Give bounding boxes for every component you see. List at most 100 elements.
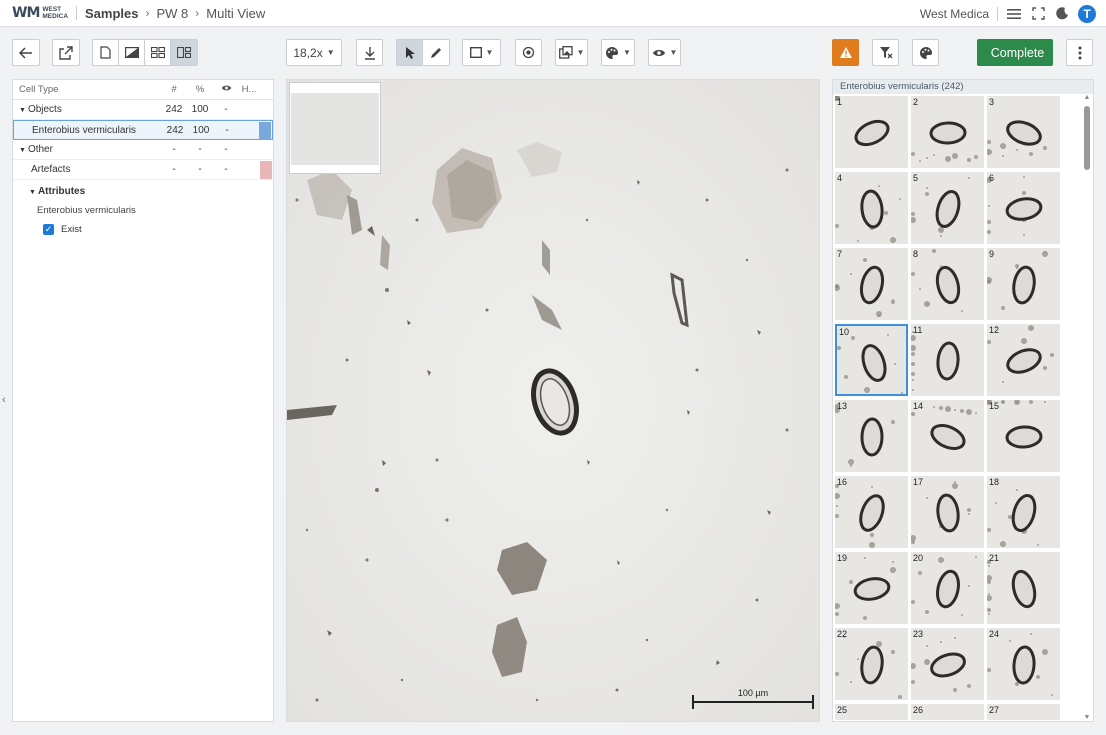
thumbnail-8[interactable]: 8 [911, 248, 984, 320]
row-eye[interactable]: - [214, 125, 240, 136]
thumbnail-2[interactable]: 2 [911, 96, 984, 168]
warning-button[interactable] [832, 39, 859, 66]
column-count[interactable]: # [161, 84, 187, 95]
thumbnail-24[interactable]: 24 [987, 628, 1060, 700]
thumbnail-1[interactable]: 1 [835, 96, 908, 168]
thumbnail-5[interactable]: 5 [911, 172, 984, 244]
caret-down-icon: ▼ [576, 48, 585, 57]
image-viewer[interactable]: 100 µm [286, 79, 820, 722]
class-color-swatch[interactable] [260, 161, 272, 179]
row-enterobius-vermicularis[interactable]: Enterobius vermicularis 242 100 - [13, 120, 273, 140]
row-eye[interactable]: - [213, 104, 239, 115]
egg-thumbnail-image [911, 249, 963, 312]
select-tool-button[interactable] [397, 40, 423, 65]
palette-dropdown[interactable]: ▼ [601, 39, 635, 66]
user-avatar[interactable]: T [1078, 4, 1096, 23]
divider [997, 6, 998, 21]
visibility-dropdown[interactable]: ▼ [648, 39, 681, 66]
column-percent[interactable]: % [187, 84, 213, 95]
thumbnail-number: 12 [989, 325, 1000, 335]
grid-icon [150, 47, 165, 58]
thumbnail-number: 25 [837, 705, 848, 715]
collapse-panel-arrow-icon[interactable]: ‹ [2, 394, 6, 406]
rectangle-tool-dropdown[interactable]: ▼ [462, 39, 501, 66]
thumbnail-17[interactable]: 17 [911, 476, 984, 548]
thumbnail-7[interactable]: 7 [835, 248, 908, 320]
view-multi-button[interactable] [171, 40, 197, 65]
thumbnail-22[interactable]: 22 [835, 628, 908, 700]
row-artefacts[interactable]: Artefacts - - - [13, 160, 273, 180]
view-image-button[interactable] [119, 40, 145, 65]
chevron-right-icon: › [195, 6, 200, 20]
multi-view-icon [177, 47, 191, 58]
caret-down-icon: ▼ [326, 48, 335, 57]
row-eye[interactable]: - [213, 164, 239, 175]
group-row-objects[interactable]: ▼ Objects 242 100 - [13, 100, 273, 120]
column-cell-type[interactable]: Cell Type [13, 84, 161, 95]
caret-down-icon: ▼ [19, 107, 26, 114]
more-options-button[interactable] [1066, 39, 1093, 66]
thumbnail-11[interactable]: 11 [911, 324, 984, 396]
chevron-right-icon: › [145, 6, 150, 20]
thumbnail-21[interactable]: 21 [987, 552, 1060, 624]
row-percent: 100 [192, 124, 210, 136]
thumbnail-3[interactable]: 3 [987, 96, 1060, 168]
zoom-select[interactable]: 18,2x ▼ [286, 39, 342, 66]
thumbnail-19[interactable]: 19 [835, 552, 908, 624]
column-hidden[interactable]: H... [239, 84, 259, 95]
attributes-section[interactable]: ▼ Attributes [29, 186, 273, 197]
layers-dropdown[interactable]: ▼ [555, 39, 588, 66]
row-eye[interactable]: - [213, 144, 239, 155]
breadcrumb-current: Multi View [206, 5, 266, 21]
menu-icon[interactable] [1006, 6, 1022, 22]
minimap-thumbnail [291, 93, 379, 165]
thumbnail-18[interactable]: 18 [987, 476, 1060, 548]
scroll-up-icon[interactable]: ▲ [1083, 94, 1091, 101]
class-color-swatch[interactable] [259, 122, 271, 140]
table-header: Cell Type # % H... [13, 80, 273, 100]
thumbnail-14[interactable]: 14 [911, 400, 984, 472]
thumbnail-6[interactable]: 6 [987, 172, 1060, 244]
thumbnail-10[interactable]: 10 [835, 324, 908, 396]
column-eye-icon[interactable] [213, 84, 239, 95]
minimap[interactable] [289, 82, 381, 174]
thumbnail-number: 24 [989, 629, 1000, 639]
thumbnail-16[interactable]: 16 [835, 476, 908, 548]
open-external-button[interactable] [52, 39, 80, 66]
breadcrumb-samples[interactable]: Samples [85, 6, 138, 21]
thumbnail-scrollbar[interactable]: ▲ ▼ [1083, 94, 1091, 721]
fullscreen-icon[interactable] [1030, 6, 1046, 22]
group-row-other[interactable]: ▼ Other - - - [13, 140, 273, 160]
west-medica-logo[interactable]: WM WEST MEDICA [12, 5, 68, 21]
filter-icon [879, 47, 892, 59]
thumbnail-12[interactable]: 12 [987, 324, 1060, 396]
exist-checkbox[interactable]: ✓ [43, 224, 54, 235]
thumbnail-13[interactable]: 13 [835, 400, 908, 472]
thumbnail-20[interactable]: 20 [911, 552, 984, 624]
arrow-left-icon [19, 46, 32, 59]
thumbnail-number: 1 [837, 97, 843, 107]
scroll-down-icon[interactable]: ▼ [1083, 714, 1091, 721]
complete-button[interactable]: Complete [977, 39, 1053, 66]
exist-checkbox-row[interactable]: ✓ Exist [43, 224, 273, 235]
view-grid-button[interactable] [145, 40, 171, 65]
filter-clear-button[interactable] [872, 39, 899, 66]
breadcrumb-sample[interactable]: PW 8 [157, 6, 189, 21]
exist-label: Exist [61, 224, 82, 235]
color-palette-button[interactable] [912, 39, 939, 66]
thumbnail-26[interactable]: 26 [911, 704, 984, 720]
thumbnail-9[interactable]: 9 [987, 248, 1060, 320]
thumbnail-4[interactable]: 4 [835, 172, 908, 244]
back-button[interactable] [12, 39, 40, 66]
target-button[interactable] [515, 39, 542, 66]
scroll-thumb[interactable] [1084, 106, 1090, 170]
thumbnail-27[interactable]: 27 [987, 704, 1060, 720]
download-button[interactable] [356, 39, 383, 66]
thumbnail-15[interactable]: 15 [987, 400, 1060, 472]
zoom-value: 18,2x [293, 45, 323, 60]
thumbnail-25[interactable]: 25 [835, 704, 908, 720]
pencil-tool-button[interactable] [423, 40, 449, 65]
view-document-button[interactable] [93, 40, 119, 65]
dark-mode-moon-icon[interactable] [1054, 6, 1070, 22]
thumbnail-23[interactable]: 23 [911, 628, 984, 700]
